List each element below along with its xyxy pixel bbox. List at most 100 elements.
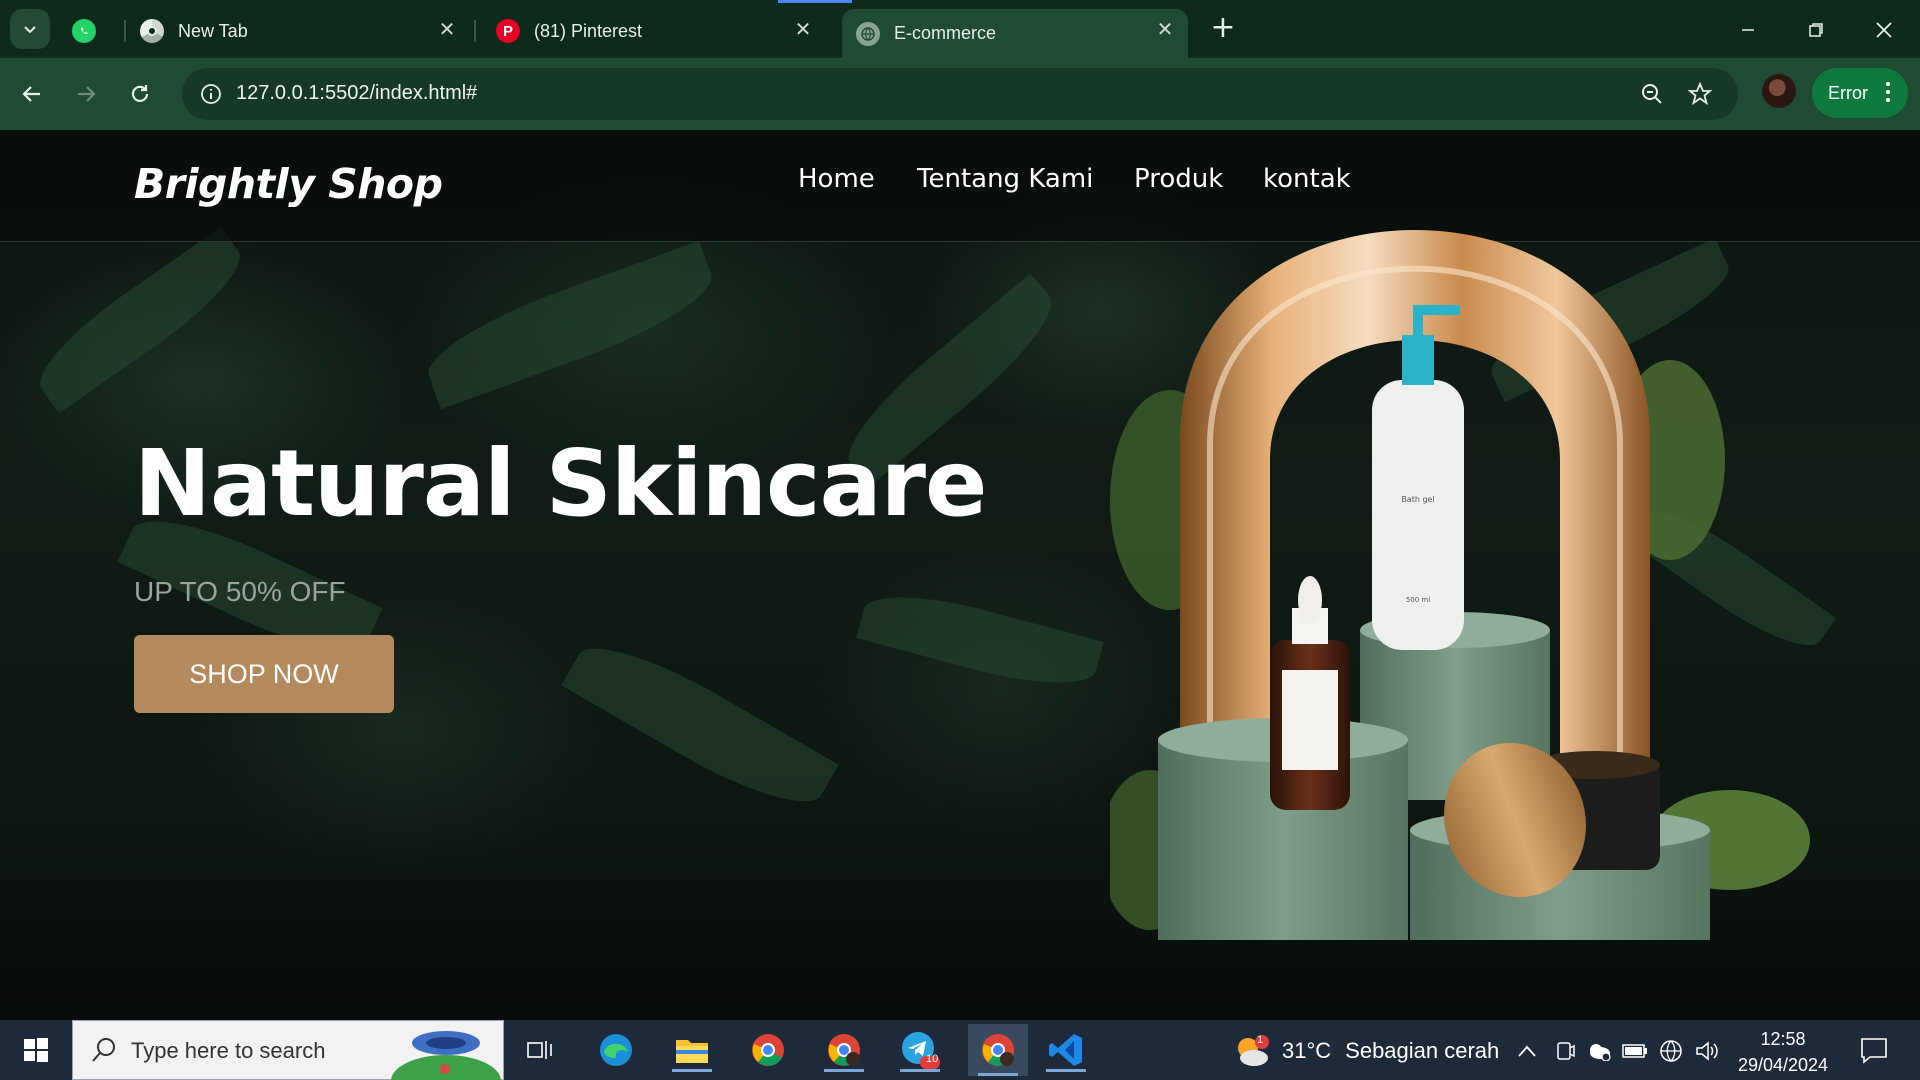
tab-loading-indicator [778,0,852,3]
windows-taskbar: Type here to search 10 1 31°C Sebagian c… [0,1020,1920,1080]
chrome-icon [140,19,164,43]
taskbar-chrome-profile[interactable] [820,1028,868,1072]
shop-now-button[interactable]: SHOP NOW [134,635,394,713]
telegram-badge: 10 [926,1053,939,1065]
chrome-profile-icon [828,1034,860,1066]
taskbar-search[interactable]: Type here to search [72,1020,504,1080]
site-logo[interactable]: Brightly Shop [134,160,443,208]
leaf-decoration [856,579,1104,701]
tab-separator [474,20,476,42]
nav-kontak[interactable]: kontak [1263,164,1351,194]
folder-icon [676,1040,708,1063]
taskbar-edge[interactable] [592,1028,640,1072]
hero-product-image: Bath gel 500 ml [1110,230,1810,940]
whatsapp-icon [72,19,96,43]
pump-bottle [1372,380,1464,650]
pump-head [1402,335,1434,385]
arrow-right-icon [78,86,96,102]
globe-icon [856,21,880,46]
browser-tab-bar: New Tab ✕ P (81) Pinterest ✕ E-commerce … [0,0,1920,58]
weather-badge: 1 [1257,1034,1264,1046]
close-icon [1876,22,1892,38]
taskbar-file-explorer[interactable] [668,1028,716,1072]
minimize-button[interactable] [1728,10,1768,50]
webpage: Brightly Shop Home Tentang Kami Produk k… [0,130,1920,1020]
onedrive-icon[interactable] [1586,1038,1612,1064]
start-button[interactable] [12,1030,60,1070]
nav-home[interactable]: Home [798,164,875,194]
close-icon[interactable]: ✕ [1154,19,1176,41]
weather-widget[interactable]: 1 31°C Sebagian cerah [1232,1034,1499,1068]
close-icon[interactable]: ✕ [436,19,458,41]
volume-icon[interactable] [1694,1038,1720,1064]
star-icon[interactable] [1684,78,1716,110]
search-placeholder: Type here to search [131,1038,326,1063]
leaf-decoration [24,226,256,414]
tab-search-button[interactable] [10,9,50,49]
dropper-bulb [1298,576,1322,624]
windows-icon [24,1038,48,1062]
chevron-down-icon [24,26,36,34]
new-tab-button[interactable]: + [1208,13,1238,44]
browser-toolbar: 127.0.0.1:5502/index.html# Error [0,58,1920,130]
hero-subtitle: UP TO 50% OFF [134,576,346,607]
tab-label: E-commerce [894,23,997,43]
running-indicator [824,1069,864,1072]
edge-icon [600,1034,632,1066]
arrow-left-icon [22,86,40,102]
close-icon[interactable]: ✕ [792,19,814,41]
pinterest-icon: P [496,19,520,43]
taskbar-chrome[interactable] [744,1028,792,1072]
profile-error-button[interactable]: Error [1812,68,1908,118]
notification-icon [1861,1038,1887,1064]
search-highlight-icon [391,1031,501,1080]
chrome-icon [752,1034,784,1066]
nav-produk[interactable]: Produk [1134,164,1223,194]
weather-temp: 31°C [1282,1038,1332,1063]
task-view-button[interactable] [516,1028,564,1072]
tab-label: New Tab [178,20,248,41]
taskbar-telegram[interactable]: 10 [896,1028,944,1072]
restore-button[interactable] [1796,10,1836,50]
zoom-icon[interactable] [1636,78,1668,110]
address-bar[interactable]: 127.0.0.1:5502/index.html# [182,68,1738,120]
dropper-label [1282,670,1338,770]
reload-button[interactable] [120,74,160,114]
tab-separator [124,20,126,42]
tab-new-tab[interactable]: New Tab ✕ [140,9,470,53]
task-view-icon [527,1041,552,1059]
weather-desc: Sebagian cerah [1345,1038,1500,1063]
back-button[interactable] [12,74,52,114]
system-clock[interactable]: 12:58 29/04/2024 [1728,1026,1838,1078]
battery-icon[interactable] [1622,1038,1648,1064]
minimize-icon [1742,29,1754,31]
leaf-decoration [417,240,723,410]
error-label: Error [1828,82,1868,103]
url-text[interactable]: 127.0.0.1:5502/index.html# [236,82,477,105]
profile-avatar[interactable] [1762,74,1796,108]
running-indicator [900,1069,940,1072]
taskbar-vscode[interactable] [1042,1028,1090,1072]
hero-title: Natural Skincare [134,430,987,537]
weather-partly-cloudy-icon [1238,1035,1269,1066]
restore-icon [1809,23,1823,37]
site-info-icon[interactable] [192,75,230,113]
running-indicator [1046,1069,1086,1072]
more-vertical-icon [1886,82,1890,106]
tab-pinterest[interactable]: P (81) Pinterest ✕ [496,9,826,53]
bottle-label: Bath gel [1401,495,1434,504]
nav-tentang-kami[interactable]: Tentang Kami [917,164,1093,194]
close-window-button[interactable] [1864,10,1904,50]
tab-whatsapp[interactable] [72,9,122,53]
running-indicator [672,1069,712,1072]
notification-center-button[interactable] [1858,1034,1890,1066]
reload-icon [131,85,149,102]
running-indicator [978,1073,1018,1076]
forward-button[interactable] [66,74,106,114]
show-hidden-icons[interactable] [1514,1038,1540,1064]
network-globe-icon[interactable] [1658,1038,1684,1064]
taskbar-chrome-active[interactable] [968,1024,1028,1076]
clock-date: 29/04/2024 [1737,1055,1829,1075]
tab-ecommerce[interactable]: E-commerce ✕ [842,9,1188,58]
meet-now-icon[interactable] [1552,1038,1578,1064]
